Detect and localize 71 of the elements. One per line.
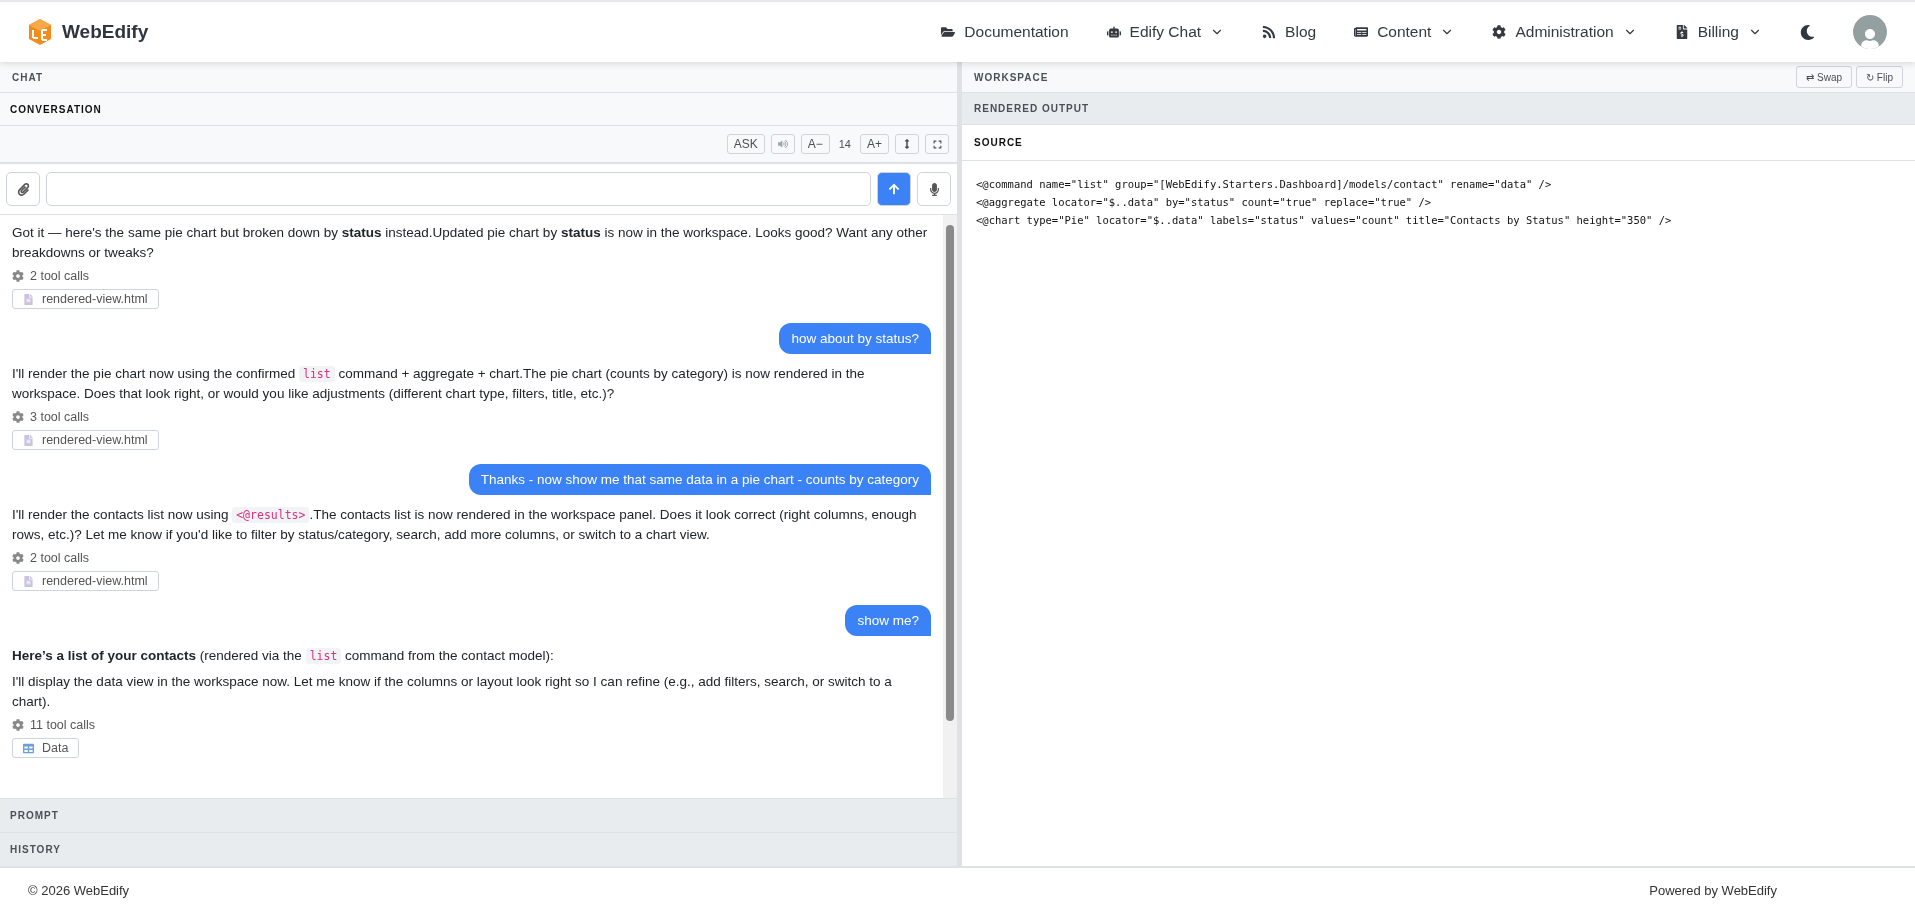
toolbar-button[interactable]: ASK <box>726 134 765 154</box>
assistant-message: I'll display the data view in the workspace now. Let me know if the columns or layout look right so I can refine (e.g., add filters, search, or switch to a chart). <box>12 673 893 711</box>
robot-icon <box>1106 25 1121 39</box>
tool-calls-label[interactable]: 11 tool calls <box>30 718 96 732</box>
assistant-message: I'll render the pie chart now using the confirmed list command + aggregate + chart.The pie chart (counts by category) is now rendered in the workspace. Does that look right, or would you like adjustments (different chart type, filters, title, etc.)? <box>12 365 866 403</box>
table-icon <box>23 742 34 754</box>
gear-icon <box>12 270 24 282</box>
panel-title: WORKSPACE <box>974 71 1050 83</box>
attachment-chip[interactable]: Data <box>12 738 80 758</box>
toolbar-button[interactable]: A+ <box>860 134 889 154</box>
message-input[interactable] <box>46 172 871 206</box>
section-header[interactable]: HISTORY <box>0 832 957 866</box>
speaker-button[interactable] <box>770 134 795 154</box>
attachment-chip[interactable]: rendered-view.html <box>12 430 159 450</box>
send-button[interactable] <box>877 172 911 206</box>
attachment-chip[interactable]: rendered-view.html <box>12 571 159 591</box>
powered-by-text: Powered by WebEdify <box>1649 882 1777 898</box>
gear-icon <box>12 719 24 731</box>
avatar-icon[interactable] <box>1853 15 1887 49</box>
expand-icon <box>932 139 942 149</box>
file-icon <box>23 293 34 305</box>
microphone-button[interactable] <box>917 172 951 206</box>
section-header[interactable]: PROMPT <box>0 798 957 832</box>
user-message: show me? <box>845 605 931 636</box>
brand-name[interactable]: WebEdify <box>62 21 149 43</box>
assistant-message: I'll render the contacts list now using <@results> .The contacts list is now rendered in the workspace panel. Does it look correct (right columns, enough rows, etc.)? Let me know if you'd like to filter by status/category, search, add more columns, or switch to a chart view. <box>12 506 918 544</box>
workspace-tab[interactable]: RENDERED OUTPUT <box>962 93 1915 125</box>
rss-icon <box>1262 25 1277 39</box>
nav-link[interactable]: Content <box>1354 23 1455 41</box>
attachment-chip[interactable]: rendered-view.html <box>12 289 159 309</box>
file-icon <box>23 434 34 446</box>
arrow-up-icon <box>888 183 900 195</box>
copyright-text: © 2026 WebEdify <box>28 882 130 898</box>
code-line: <@chart type="Pie" locator="$..data" labels="status" values="count" title="Contacts by Status" height="350" /> <box>976 213 1673 228</box>
tool-calls-label[interactable]: 2 tool calls <box>30 551 90 565</box>
section-title: CONVERSATION <box>10 103 103 115</box>
expand-button[interactable] <box>925 134 949 154</box>
nav-link[interactable]: Billing <box>1674 23 1762 41</box>
assistant-message: Here’s a list of your contacts (rendered via the list command from the contact model): <box>12 647 555 666</box>
nav-link[interactable]: Edify Chat <box>1106 23 1225 41</box>
file-icon <box>23 575 34 587</box>
panel-title: CHAT <box>12 71 45 83</box>
font-size-value: 14 <box>837 138 852 150</box>
toolbar-button[interactable]: A− <box>800 134 830 154</box>
user-message: Thanks - now show me that same data in a pie chart - counts by category <box>468 464 931 495</box>
panel-button[interactable]: ↻ Flip <box>1856 66 1903 88</box>
tool-calls-label[interactable]: 3 tool calls <box>30 410 90 424</box>
assistant-message: Got it — here's the same pie chart but broken down by status instead.Updated pie chart by status is now in the workspace. Looks good? Want any other breakdowns or tweaks? <box>12 224 929 262</box>
attach-button[interactable] <box>6 172 40 206</box>
gear-icon <box>1492 25 1507 39</box>
scrollbar[interactable] <box>943 215 957 798</box>
folder-icon <box>941 25 956 39</box>
logo-icon <box>28 18 52 46</box>
vertical-arrows-icon <box>902 139 912 149</box>
microphone-icon <box>927 182 941 196</box>
user-message: how about by status? <box>779 323 931 354</box>
speaker-icon <box>777 139 788 149</box>
paperclip-icon <box>16 182 30 196</box>
moon-icon[interactable] <box>1800 24 1815 40</box>
height-button[interactable] <box>895 134 919 154</box>
newspaper-icon <box>1354 25 1369 39</box>
invoice-icon <box>1674 25 1689 39</box>
code-line: <@command name="list" group="[WebEdify.Starters.Dashboard]/models/contact" rename="data" /> <box>976 177 1553 192</box>
nav-link[interactable]: Documentation <box>941 23 1069 41</box>
code-line: <@aggregate locator="$..data" by="status" count="true" replace="true" /> <box>976 195 1433 210</box>
gear-icon <box>12 411 24 423</box>
tool-calls-label[interactable]: 2 tool calls <box>30 269 90 283</box>
gear-icon <box>12 552 24 564</box>
nav-link[interactable]: Blog <box>1262 23 1317 41</box>
nav-link[interactable]: Administration <box>1492 23 1637 41</box>
panel-button[interactable]: ⇄ Swap <box>1796 66 1853 88</box>
